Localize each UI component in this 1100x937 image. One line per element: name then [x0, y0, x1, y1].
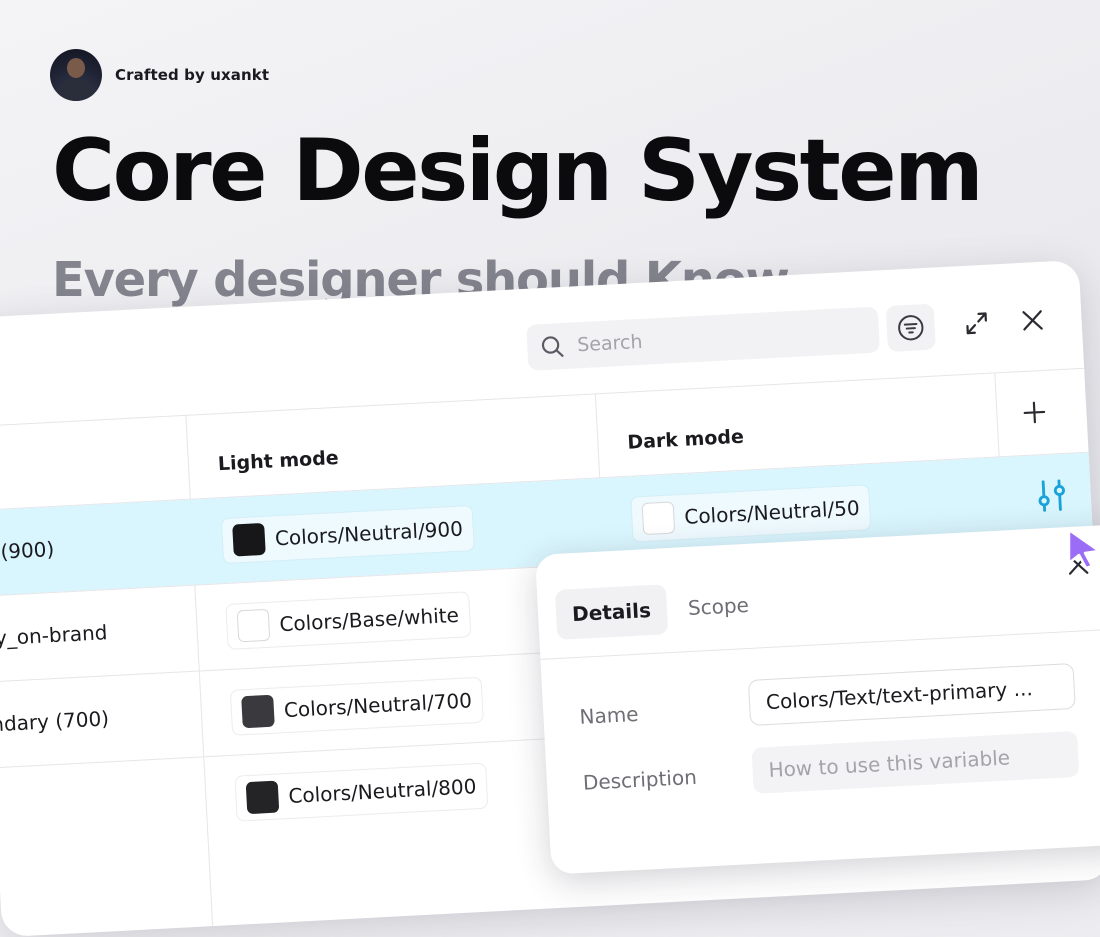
expand-button[interactable] [956, 302, 998, 344]
variable-name: y (900) [0, 537, 55, 565]
page-title: Core Design System [52, 120, 981, 223]
author-badge: Crafted by uxankt [50, 49, 269, 101]
value-label: Colors/Neutral/900 [274, 517, 463, 551]
description-label: Description [582, 765, 697, 795]
value-label: Colors/Base/white [279, 603, 460, 636]
tab-details[interactable]: Details [555, 584, 668, 640]
light-mode-value[interactable]: Colors/Neutral/900 [221, 505, 475, 564]
value-label: Colors/Neutral/800 [288, 774, 477, 808]
author-label: Crafted by uxankt [115, 66, 269, 84]
tab-scope[interactable]: Scope [671, 579, 766, 634]
name-field[interactable]: Colors/Text/text-primary ... [748, 663, 1076, 726]
variable-name: ry_on-brand [0, 620, 108, 650]
light-mode-value[interactable]: Colors/Neutral/800 [234, 763, 488, 822]
add-mode-button[interactable] [1013, 391, 1055, 433]
search-input[interactable] [575, 319, 850, 357]
plus-icon [1021, 399, 1048, 426]
color-swatch [237, 609, 271, 643]
value-label: Colors/Neutral/700 [283, 688, 472, 722]
color-swatch [232, 523, 266, 557]
expand-icon [962, 309, 991, 338]
filter-button[interactable] [886, 304, 936, 352]
value-label: Colors/Neutral/50 [684, 496, 860, 529]
dark-mode-value[interactable]: Colors/Neutral/50 [630, 484, 871, 542]
light-mode-value[interactable]: Colors/Base/white [225, 591, 471, 650]
light-mode-value[interactable]: Colors/Neutral/700 [230, 677, 484, 736]
details-popover: Details Scope Name Colors/Text/text-prim… [535, 524, 1100, 875]
cursor-icon [1066, 527, 1100, 569]
variables-table: Light mode Dark mode y (900) Colors/Neut… [0, 368, 1084, 426]
color-swatch [246, 781, 280, 815]
close-icon [1019, 307, 1046, 334]
column-header-dark: Dark mode [627, 426, 745, 454]
description-field[interactable]: How to use this variable [751, 731, 1079, 794]
color-swatch [241, 695, 275, 729]
search-box[interactable] [526, 306, 880, 370]
settings-icon[interactable] [1032, 476, 1072, 516]
avatar [50, 49, 102, 101]
column-header-light: Light mode [217, 447, 339, 475]
filter-icon [896, 313, 925, 342]
close-panel-button[interactable] [1012, 299, 1054, 341]
variable-name: ndary (700) [0, 706, 110, 736]
name-label: Name [579, 702, 639, 729]
search-icon [539, 333, 566, 360]
color-swatch [642, 501, 676, 535]
